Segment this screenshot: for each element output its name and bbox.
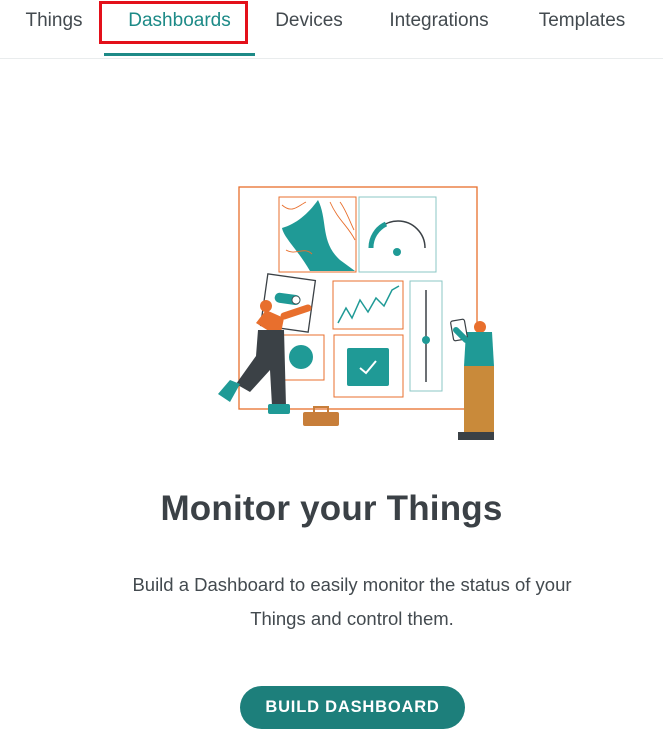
active-tab-indicator [104,53,255,56]
empty-state-title: Monitor your Things [160,489,503,528]
tab-integrations[interactable]: Integrations [378,0,500,58]
tab-things[interactable]: Things [20,0,88,58]
top-nav: Things Dashboards Devices Integrations T… [0,0,663,59]
tab-devices[interactable]: Devices [268,0,350,58]
dashboard-illustration [218,186,494,440]
empty-state-description: Build a Dashboard to easily monitor the … [132,574,572,629]
dashboards-page: Things Dashboards Devices Integrations T… [0,0,663,741]
tab-highlight-box [99,1,248,44]
build-dashboard-button[interactable]: BUILD DASHBOARD [240,686,465,729]
tab-templates[interactable]: Templates [528,0,636,58]
